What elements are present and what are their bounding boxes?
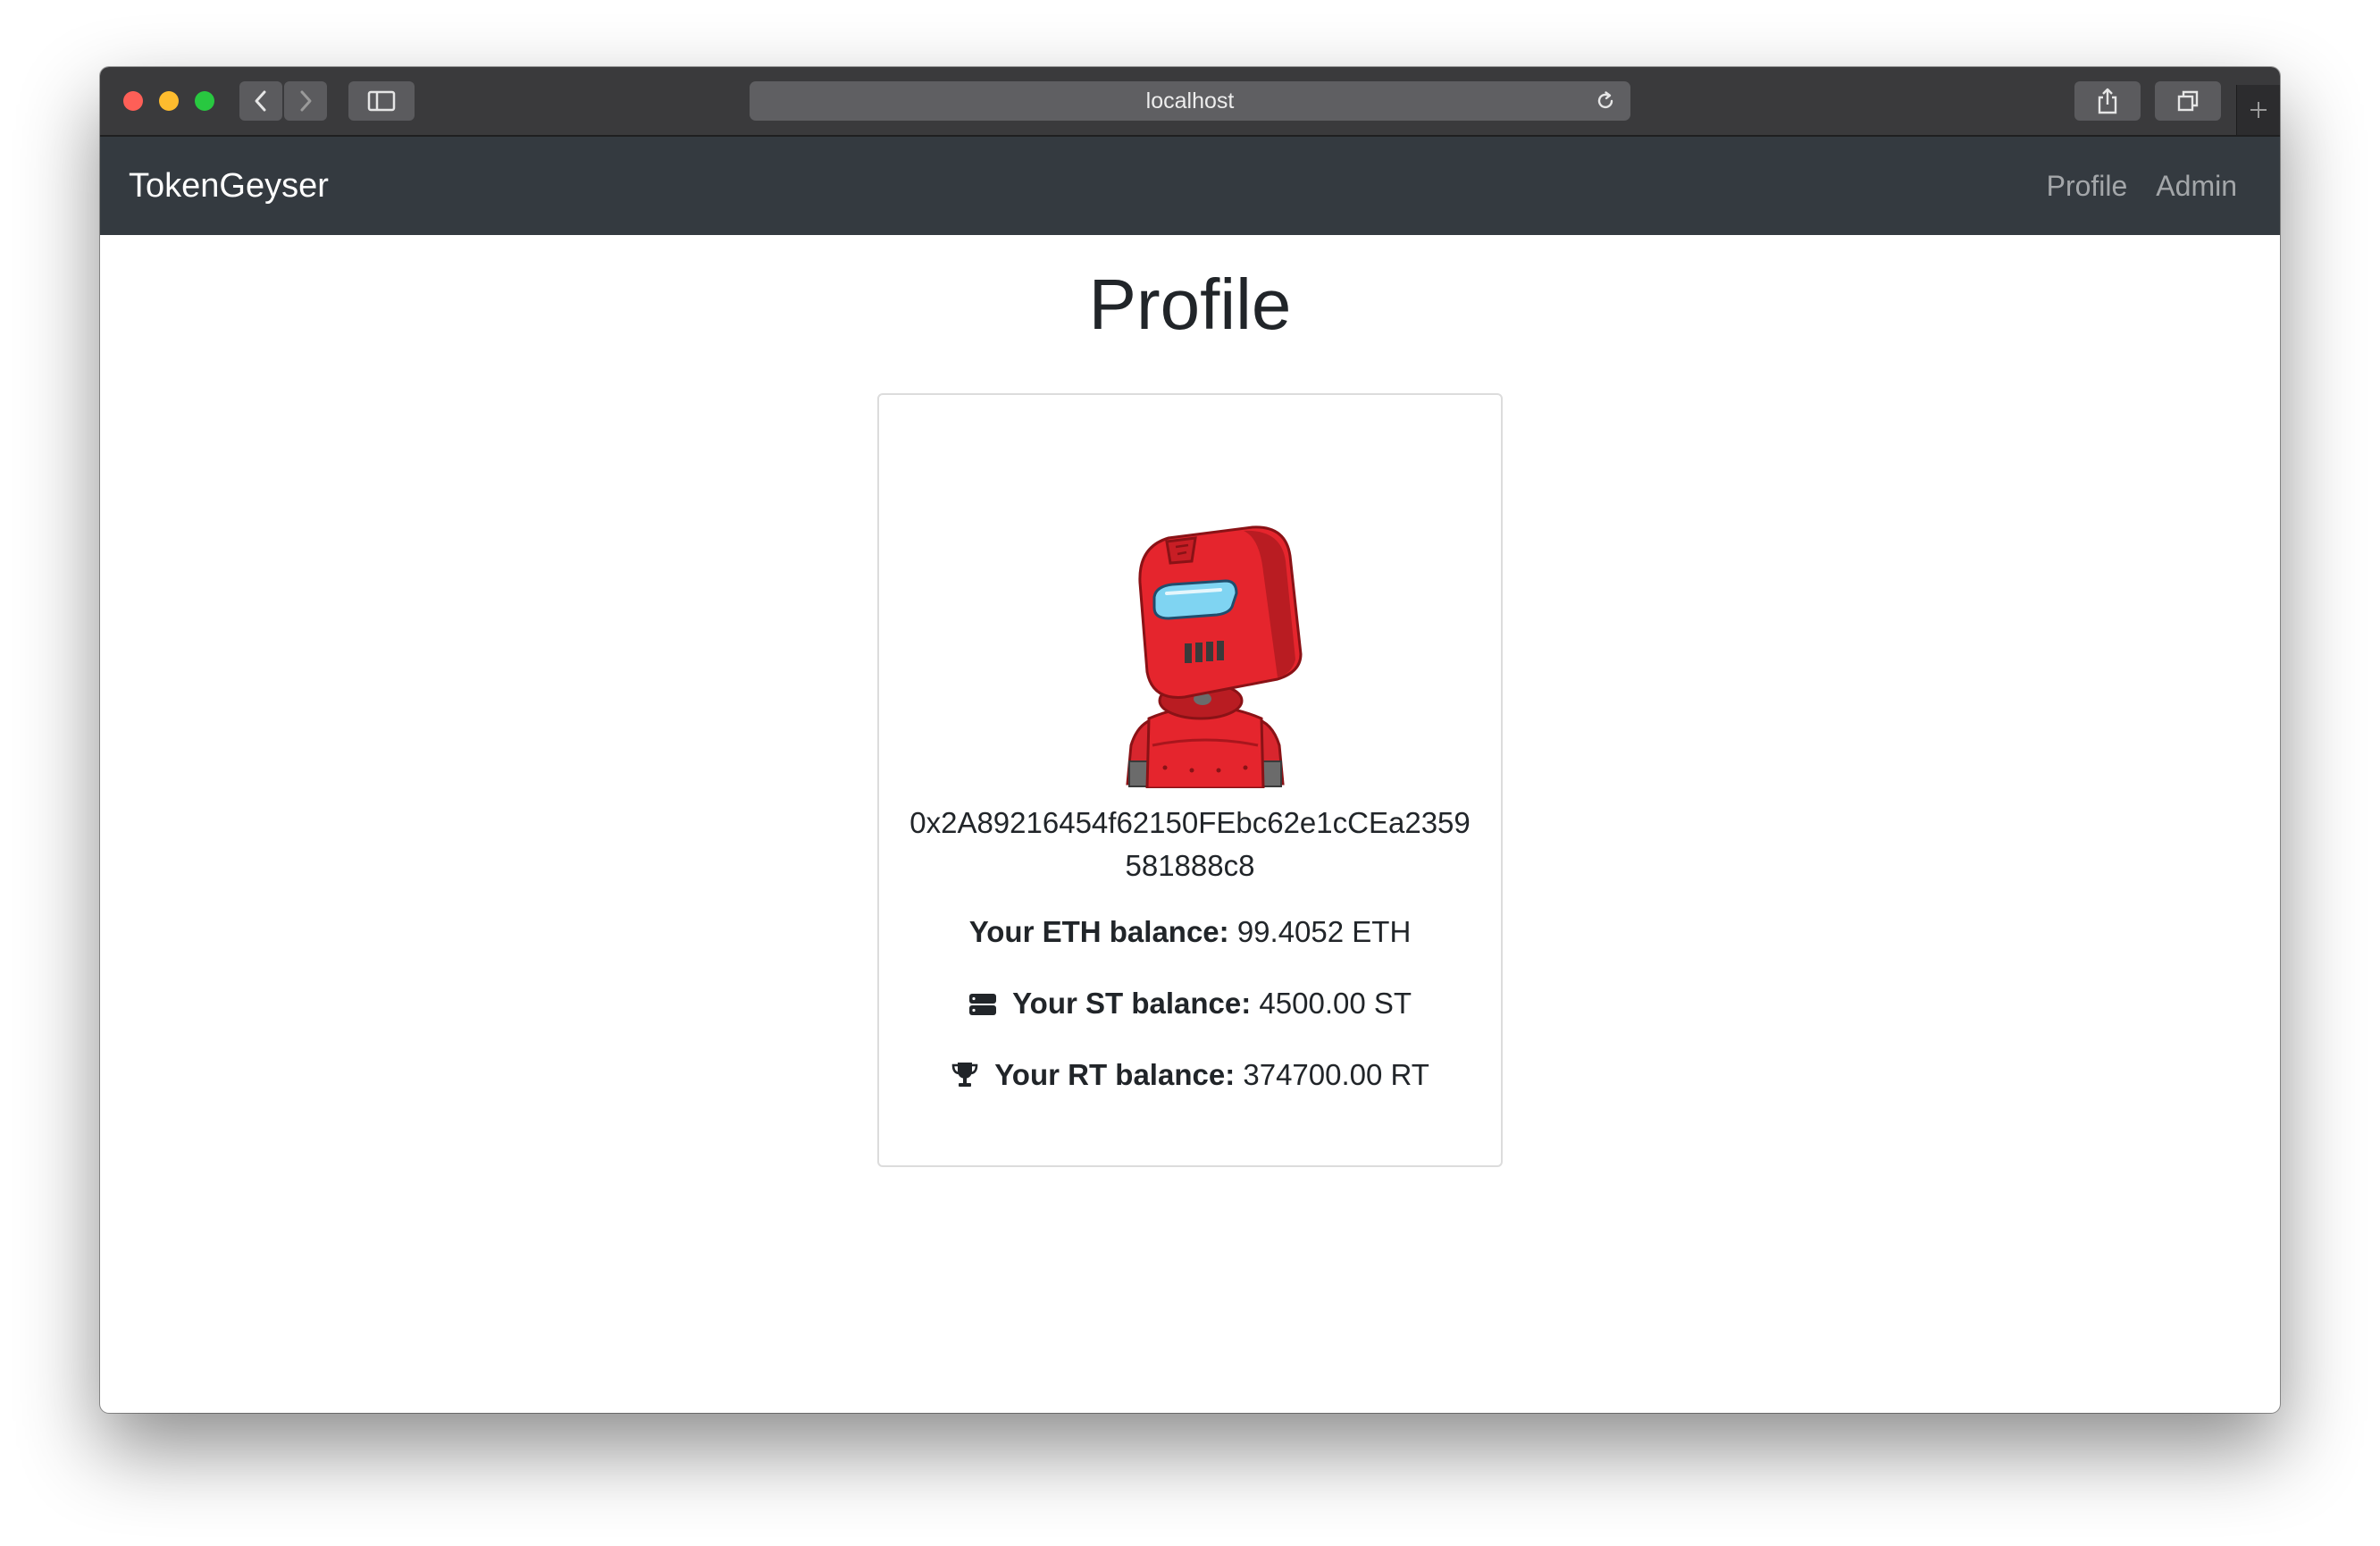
robot-avatar-image: [1126, 525, 1303, 788]
chevron-left-icon: [255, 90, 266, 112]
share-button[interactable]: [2074, 81, 2141, 121]
profile-card: 0x2A89216454f62150FEbc62e1cCEa2359581888…: [877, 393, 1503, 1167]
rt-balance-value: 374700.00 RT: [1243, 1058, 1429, 1091]
nav-links: Profile Admin: [2047, 137, 2237, 235]
tabs-icon: [2177, 90, 2199, 112]
close-window-button[interactable]: [123, 91, 143, 111]
st-balance-value: 4500.00 ST: [1259, 987, 1412, 1020]
brand-link[interactable]: TokenGeyser: [129, 137, 329, 235]
address-bar[interactable]: localhost: [750, 81, 1630, 121]
minimize-window-button[interactable]: [159, 91, 179, 111]
maximize-window-button[interactable]: [195, 91, 214, 111]
server-icon: [968, 994, 996, 1015]
forward-button[interactable]: [284, 81, 327, 121]
tabs-overview-button[interactable]: [2155, 81, 2221, 121]
plus-icon: [2250, 102, 2267, 118]
st-balance-label: Your ST balance:: [1012, 987, 1252, 1020]
share-icon: [2098, 88, 2117, 114]
app-navbar: TokenGeyser Profile Admin: [100, 137, 2280, 235]
reload-icon[interactable]: [1595, 90, 1616, 112]
new-tab-button[interactable]: [2236, 85, 2280, 135]
trophy-icon: [951, 1063, 978, 1087]
url-text: localhost: [1145, 88, 1235, 113]
st-balance-row: Your ST balance: 4500.00 ST: [879, 987, 1501, 1021]
browser-toolbar: localhost: [100, 67, 2280, 137]
page-title: Profile: [1088, 265, 1292, 344]
nav-link-admin[interactable]: Admin: [2156, 137, 2237, 235]
chevron-right-icon: [300, 90, 312, 112]
rt-balance-row: Your RT balance: 374700.00 RT: [879, 1058, 1501, 1092]
browser-window: localhost TokenGeyser Profile Admin Prof…: [100, 67, 2280, 1413]
nav-link-profile[interactable]: Profile: [2047, 137, 2128, 235]
rt-balance-label: Your RT balance:: [994, 1058, 1236, 1091]
eth-balance-row: Your ETH balance: 99.4052 ETH: [879, 915, 1501, 949]
sidebar-icon: [367, 90, 396, 112]
sidebar-toggle-button[interactable]: [348, 81, 415, 121]
eth-balance-label: Your ETH balance:: [968, 915, 1229, 948]
back-button[interactable]: [239, 81, 282, 121]
wallet-address: 0x2A89216454f62150FEbc62e1cCEa2359581888…: [909, 806, 1471, 882]
eth-balance-value: 99.4052 ETH: [1236, 915, 1412, 948]
